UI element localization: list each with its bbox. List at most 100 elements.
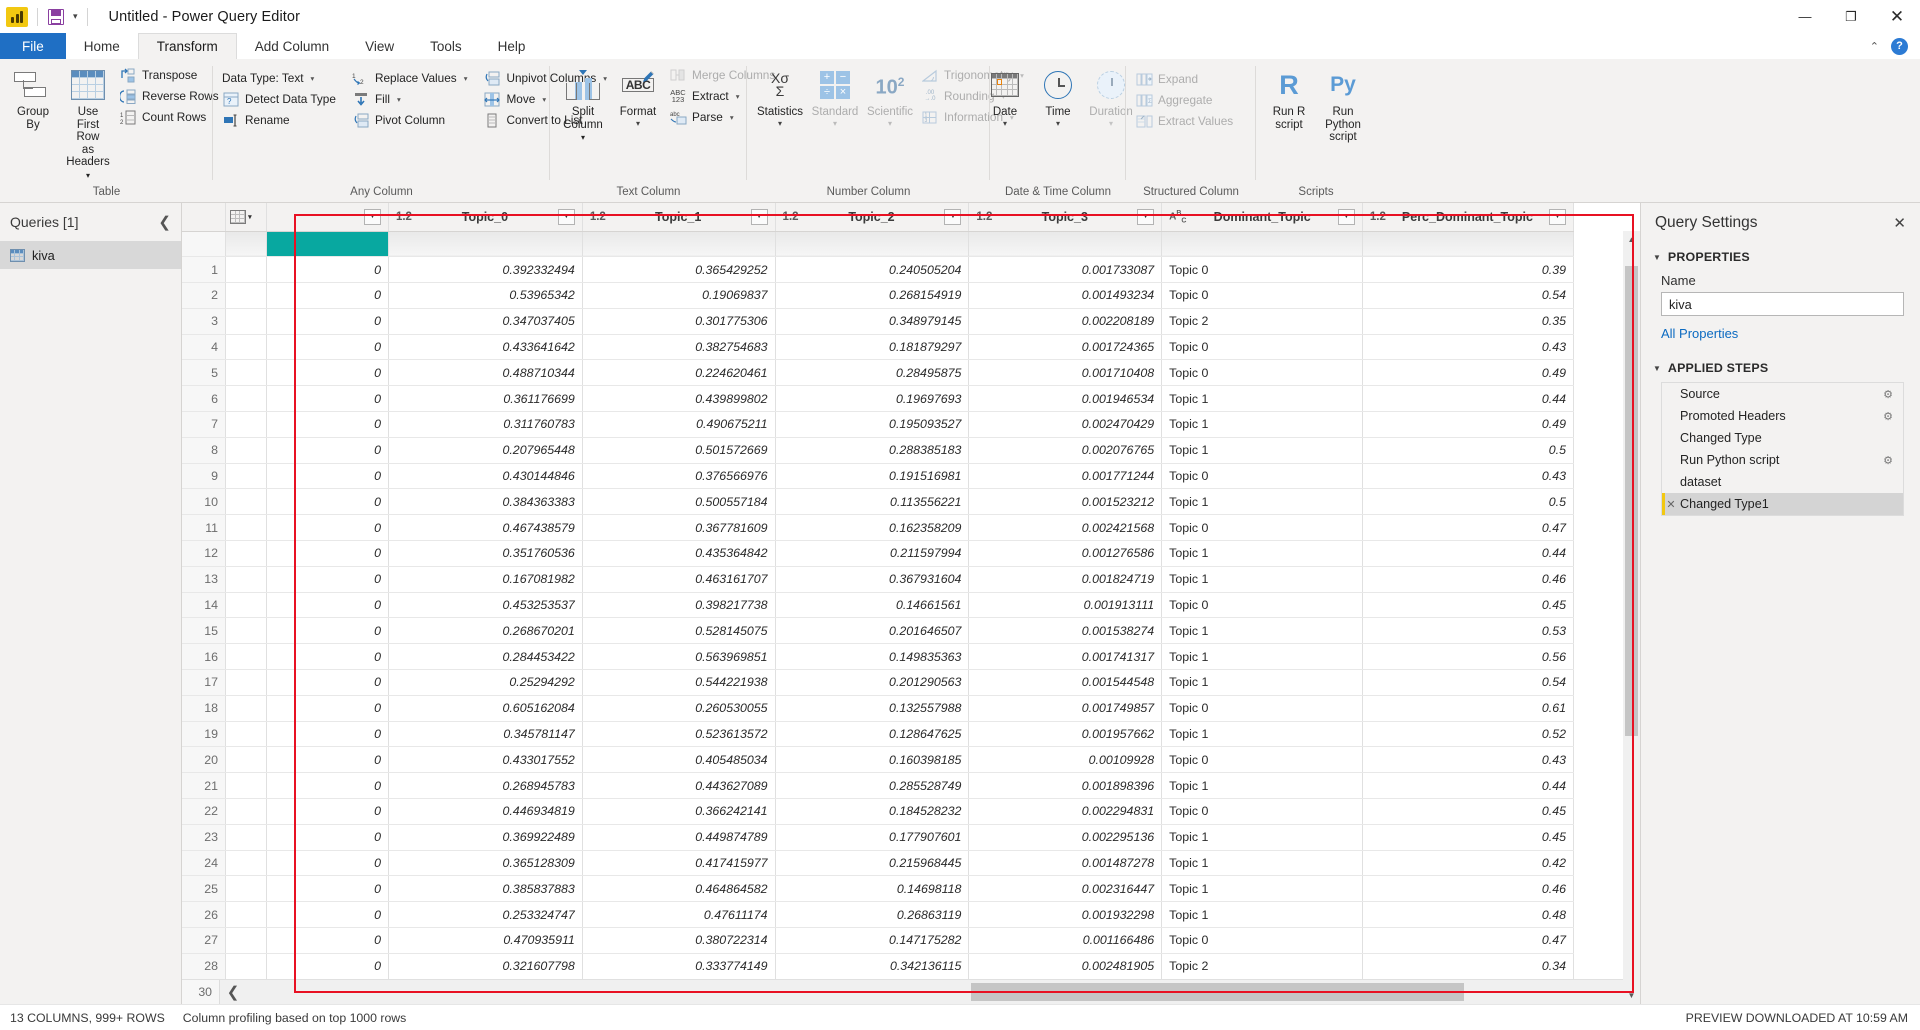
grid-cell-dominant-topic[interactable]: Topic 0 xyxy=(1162,747,1363,773)
applied-step-changed-type[interactable]: Changed Type xyxy=(1662,427,1903,449)
grid-cell-topic-2[interactable]: 0.195093527 xyxy=(775,412,969,438)
grid-cell-index[interactable]: 0 xyxy=(267,850,389,876)
table-row[interactable]: 900.4301448460.3765669760.1915169810.001… xyxy=(182,463,1574,489)
grid-cell-topic-3[interactable]: 0.001898396 xyxy=(969,773,1162,799)
grid-cell-topic-1[interactable]: 0.366242141 xyxy=(582,799,775,825)
chevron-down-icon[interactable]: ▾ xyxy=(736,92,740,101)
grid-cell-topic-0[interactable]: 0.321607798 xyxy=(388,953,582,979)
grid-cell-topic-3[interactable]: 0.001913111 xyxy=(969,592,1162,618)
grid-cell-topic-0[interactable]: 0.385837883 xyxy=(388,876,582,902)
grid-cell-topic-2[interactable]: 0.201646507 xyxy=(775,618,969,644)
grid-cell-topic-0[interactable]: 0.446934819 xyxy=(388,799,582,825)
format-button[interactable]: ABC Format ▾ xyxy=(612,64,664,130)
grid-cell-index[interactable]: 0 xyxy=(267,902,389,928)
gear-icon[interactable]: ⚙ xyxy=(1879,388,1897,401)
applied-step-source[interactable]: Source ⚙ xyxy=(1662,383,1903,405)
grid-cell-topic-0[interactable]: 0.430144846 xyxy=(388,463,582,489)
grid-cell-topic-2[interactable]: 0.211597994 xyxy=(775,541,969,567)
column-filter-icon[interactable]: ▼ xyxy=(944,209,961,225)
grid-cell-topic-1[interactable]: 0.405485034 xyxy=(582,747,775,773)
grid-cell-dominant-topic[interactable]: Topic 0 xyxy=(1162,463,1363,489)
table-row[interactable]: 700.3117607830.4906752110.1950935270.002… xyxy=(182,412,1574,438)
grid-cell-topic-0[interactable]: 0.365128309 xyxy=(388,850,582,876)
chevron-down-icon[interactable]: ▾ xyxy=(888,120,892,128)
fill-button[interactable]: Fill ▾ xyxy=(350,89,474,109)
grid-cell-topic-1[interactable]: 0.333774149 xyxy=(582,953,775,979)
grid-cell-topic-0[interactable]: 0.167081982 xyxy=(388,566,582,592)
grid-cell-dominant-topic[interactable]: Topic 0 xyxy=(1162,283,1363,309)
column-header-perc-dominant-topic[interactable]: 1.2 Perc_Dominant_Topic ▼ xyxy=(1362,203,1573,231)
column-header-topic-3[interactable]: 1.2 Topic_3 ▼ xyxy=(969,203,1162,231)
grid-cell-topic-0[interactable]: 0.268670201 xyxy=(388,618,582,644)
grid-cell-topic-1[interactable]: 0.224620461 xyxy=(582,360,775,386)
chevron-down-icon[interactable]: ▾ xyxy=(730,113,734,122)
table-menu-icon[interactable] xyxy=(230,210,246,224)
table-row[interactable]: 2500.3858378830.4648645820.146981180.002… xyxy=(182,876,1574,902)
grid-cell-topic-3[interactable]: 0.001276586 xyxy=(969,541,1162,567)
tab-home[interactable]: Home xyxy=(66,33,138,59)
column-header-topic-1[interactable]: 1.2 Topic_1 ▼ xyxy=(582,203,775,231)
grid-cell-blank[interactable] xyxy=(226,412,267,438)
grid-cell-topic-1[interactable]: 0.544221938 xyxy=(582,670,775,696)
grid-cell-index[interactable]: 0 xyxy=(267,618,389,644)
grid-cell-perc-dominant-topic[interactable]: 0.49 xyxy=(1362,412,1573,438)
grid-cell-dominant-topic[interactable]: Topic 0 xyxy=(1162,799,1363,825)
grid-cell-index[interactable]: 0 xyxy=(267,953,389,979)
all-properties-link[interactable]: All Properties xyxy=(1641,316,1920,345)
chevron-left-icon[interactable]: ❮ xyxy=(158,213,171,231)
grid-cell-topic-3[interactable]: 0.001710408 xyxy=(969,360,1162,386)
step-delete-icon[interactable]: ✕ xyxy=(1662,498,1680,511)
grid-cell-topic-3[interactable]: 0.001946534 xyxy=(969,386,1162,412)
chevron-down-icon[interactable]: ▾ xyxy=(1003,120,1007,128)
grid-cell-index[interactable]: 0 xyxy=(267,489,389,515)
grid-cell-topic-2[interactable]: 0.201290563 xyxy=(775,670,969,696)
grid-cell-index[interactable]: 0 xyxy=(267,437,389,463)
grid-cell-blank[interactable] xyxy=(226,928,267,954)
grid-cell-topic-2[interactable]: 0.240505204 xyxy=(775,257,969,283)
chevron-down-icon[interactable]: ▾ xyxy=(1056,120,1060,128)
grid-cell-topic-2[interactable]: 0.14661561 xyxy=(775,592,969,618)
grid-cell-index[interactable]: 0 xyxy=(267,386,389,412)
grid-cell-topic-1[interactable]: 0.376566976 xyxy=(582,463,775,489)
grid-cell-perc-dominant-topic[interactable]: 0.54 xyxy=(1362,670,1573,696)
grid-cell-perc-dominant-topic[interactable]: 0.46 xyxy=(1362,876,1573,902)
grid-cell-topic-1[interactable]: 0.435364842 xyxy=(582,541,775,567)
grid-cell-topic-1[interactable]: 0.463161707 xyxy=(582,566,775,592)
grid-cell-blank[interactable] xyxy=(226,257,267,283)
table-row[interactable]: 100.3923324940.3654292520.2405052040.001… xyxy=(182,257,1574,283)
chevron-down-icon[interactable]: ▾ xyxy=(833,120,837,128)
grid-cell-blank[interactable] xyxy=(226,747,267,773)
grid-cell-perc-dominant-topic[interactable]: 0.5 xyxy=(1362,489,1573,515)
grid-cell-topic-1[interactable]: 0.417415977 xyxy=(582,850,775,876)
grid-cell-topic-2[interactable]: 0.128647625 xyxy=(775,721,969,747)
close-button[interactable]: ✕ xyxy=(1874,0,1920,33)
grid-cell-topic-1[interactable]: 0.439899802 xyxy=(582,386,775,412)
table-row[interactable]: 2700.4709359110.3807223140.1471752820.00… xyxy=(182,928,1574,954)
column-header-topic-0[interactable]: 1.2 Topic_0 ▼ xyxy=(388,203,582,231)
date-button[interactable]: Date ▾ xyxy=(979,64,1031,130)
grid-cell-topic-3[interactable]: 0.001824719 xyxy=(969,566,1162,592)
statistics-button[interactable]: XσΣ Statistics ▾ xyxy=(754,64,806,130)
grid-cell-blank[interactable] xyxy=(226,721,267,747)
chevron-down-icon[interactable]: ▾ xyxy=(542,95,546,104)
data-type-button[interactable]: Data Type: Text ▾ xyxy=(220,68,342,88)
grid-cell-perc-dominant-topic[interactable]: 0.61 xyxy=(1362,695,1573,721)
grid-cell-topic-1[interactable]: 0.464864582 xyxy=(582,876,775,902)
grid-cell-perc-dominant-topic[interactable]: 0.39 xyxy=(1362,257,1573,283)
grid-cell-index[interactable]: 0 xyxy=(267,747,389,773)
grid-cell-blank[interactable] xyxy=(226,670,267,696)
table-row[interactable]: 1600.2844534220.5639698510.1498353630.00… xyxy=(182,644,1574,670)
run-python-script-button[interactable]: Py Run Python script xyxy=(1317,64,1369,146)
gear-icon[interactable]: ⚙ xyxy=(1879,454,1897,467)
grid-cell-perc-dominant-topic[interactable]: 0.45 xyxy=(1362,799,1573,825)
grid-cell-topic-0[interactable]: 0.268945783 xyxy=(388,773,582,799)
table-row[interactable]: 1700.252942920.5442219380.2012905630.001… xyxy=(182,670,1574,696)
grid-cell-index[interactable]: 0 xyxy=(267,283,389,309)
vertical-scrollbar[interactable]: ▲ ▼ xyxy=(1623,231,1640,1004)
grid-cell-topic-2[interactable]: 0.181879297 xyxy=(775,334,969,360)
column-filter-icon[interactable]: ▼ xyxy=(1338,209,1355,225)
grid-cell-topic-3[interactable]: 0.001749857 xyxy=(969,695,1162,721)
grid-cell-topic-0[interactable]: 0.25294292 xyxy=(388,670,582,696)
grid-cell-index[interactable]: 0 xyxy=(267,566,389,592)
chevron-down-icon[interactable]: ▾ xyxy=(86,171,90,180)
